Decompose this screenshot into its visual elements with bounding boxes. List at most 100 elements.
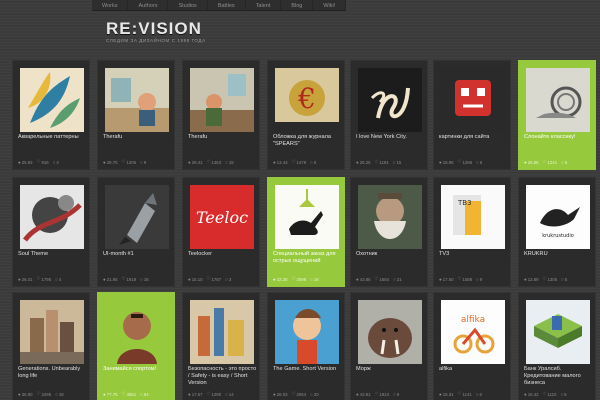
stat-value: 28.03 bbox=[276, 391, 288, 397]
stat-value: 4561 bbox=[126, 391, 137, 397]
work-title[interactable]: Банк Уралсиб. Кредитование малого бизнес… bbox=[524, 366, 594, 387]
stat-value: 20 bbox=[313, 391, 319, 397]
watercolor-leaves-icon[interactable] bbox=[20, 68, 84, 132]
work-card[interactable]: картинки для сайта ● 18.95 ♡ 1296 ○ 6 bbox=[433, 60, 511, 170]
nav-wiki[interactable]: Wiki! bbox=[313, 0, 347, 10]
work-card[interactable]: Акварельные паттерны ● 25.83 ♡ 916 ○ 4 bbox=[12, 60, 90, 170]
work-card[interactable]: Безопасность - это просто / Safety - is … bbox=[182, 292, 260, 400]
stat-value: 4 bbox=[58, 276, 62, 282]
work-title[interactable]: Teelocker bbox=[188, 251, 258, 258]
work-title[interactable]: The Game. Short Version bbox=[273, 366, 343, 373]
rocket-icon[interactable] bbox=[105, 185, 169, 249]
comments-icon: ○ bbox=[393, 391, 396, 397]
stat-value: 15 bbox=[228, 159, 234, 165]
work-title[interactable]: Охотник bbox=[356, 251, 426, 258]
work-title[interactable]: Soul Theme bbox=[18, 251, 88, 258]
work-title[interactable]: Слонайте классику! bbox=[524, 134, 594, 141]
work-title[interactable]: Generations. Unbearably long life bbox=[18, 366, 88, 380]
stat-value: 21 bbox=[396, 276, 402, 282]
work-title[interactable]: I love New York City. bbox=[356, 134, 426, 141]
work-card[interactable]: alfika alfika ● 18.31 ♡ 1141 ○ 6 bbox=[433, 292, 511, 400]
site-logo[interactable]: RE:VISION bbox=[106, 20, 206, 37]
old-man-icon[interactable] bbox=[358, 185, 422, 249]
work-title[interactable]: Обложка для журнала "SPEARS" bbox=[273, 134, 343, 148]
work-card[interactable]: Teeloc Teelocker ● 15.10 ♡ 1787 ○ 3 bbox=[182, 177, 260, 287]
work-title[interactable]: TV3 bbox=[439, 251, 509, 258]
bird-logo-icon[interactable]: krukrustudio bbox=[526, 185, 590, 249]
nav-talent[interactable]: Talent bbox=[246, 0, 282, 10]
work-title[interactable]: Акварельные паттерны bbox=[18, 134, 88, 141]
work-card[interactable]: UI-month #1 ● 21.95 ♡ 1918 ○ 16 bbox=[97, 177, 175, 287]
city-illustration-icon[interactable] bbox=[190, 300, 254, 364]
work-card[interactable]: The Game. Short Version ● 28.03 ♡ 2064 ○ 20 bbox=[267, 292, 345, 400]
work-card[interactable]: Банк Уралсиб. Кредитование малого бизнес… bbox=[518, 292, 596, 400]
stat-comments: ○ 5 bbox=[561, 276, 567, 282]
snail-icon[interactable] bbox=[526, 68, 590, 132]
stat-value: 1463 bbox=[211, 159, 222, 165]
work-card[interactable]: TB3 TV3 ● 17.50 ♡ 1588 ○ 9 bbox=[433, 177, 511, 287]
work-card[interactable]: Специальный заказ для острых ощущений ● 32… bbox=[267, 177, 345, 287]
work-title[interactable]: Therafu bbox=[103, 134, 173, 141]
abstract-art-icon[interactable] bbox=[20, 185, 84, 249]
stat-value: 6 bbox=[479, 391, 482, 397]
work-title[interactable]: Морж bbox=[356, 366, 426, 373]
work-title[interactable]: Специальный заказ для острых ощущений bbox=[273, 251, 343, 265]
work-title[interactable]: Therafu bbox=[188, 134, 258, 141]
calligraphy-icon[interactable] bbox=[358, 68, 422, 132]
work-stats: ● 43.81 ♡ 1924 ○ 9 bbox=[356, 391, 399, 397]
stat-value: 1684 bbox=[379, 276, 390, 282]
stat-value: 1588 bbox=[462, 276, 473, 282]
stat-comments: ○ 16 bbox=[140, 276, 149, 282]
nav-battles[interactable]: Battles bbox=[208, 0, 246, 10]
nav-authors[interactable]: Authors bbox=[128, 0, 169, 10]
comments-icon: ○ bbox=[561, 159, 564, 165]
work-title[interactable]: картинки для сайта bbox=[439, 134, 509, 141]
work-title[interactable]: Безопасность - это просто / Safety - is … bbox=[188, 366, 258, 387]
brand[interactable]: RE:VISION СЛЕДИМ ЗА ДИЗАЙНОМ С 1998 ГОДА bbox=[106, 20, 206, 43]
comments-icon: ○ bbox=[310, 391, 313, 397]
work-card[interactable]: € Обложка для журнала "SPEARS" ● 13.43 ♡ 1479… bbox=[267, 60, 345, 170]
city-illustration-icon[interactable] bbox=[20, 300, 84, 364]
work-card[interactable]: Therafu ● 28.70 ♡ 1205 ○ 9 bbox=[97, 60, 175, 170]
stat-value: 1924 bbox=[379, 391, 390, 397]
work-card[interactable]: Generations. Unbearably long life ● 36.90 ♡… bbox=[12, 292, 90, 400]
work-card[interactable]: Therafu ● 29.41 ♡ 1463 ○ 15 bbox=[182, 60, 260, 170]
logotype-icon[interactable]: Teeloc bbox=[190, 185, 254, 249]
stat-comments: ○ 9 bbox=[476, 276, 482, 282]
isometric-city-icon[interactable] bbox=[526, 300, 590, 364]
work-card[interactable]: Занимайся спортом! ● 77.75 ♡ 4561 ○ 84 bbox=[97, 292, 175, 400]
likes-icon: ♡ bbox=[542, 159, 547, 164]
euro-cover-icon[interactable]: € bbox=[275, 68, 339, 132]
character-icon[interactable] bbox=[105, 300, 169, 364]
work-card[interactable]: Soul Theme ● 26.41 ♡ 1795 ○ 4 bbox=[12, 177, 90, 287]
work-title[interactable]: UI-month #1 bbox=[103, 251, 173, 258]
stat-value: 36.90 bbox=[21, 391, 33, 397]
likes-icon: ♡ bbox=[36, 159, 41, 164]
nav-works[interactable]: Works bbox=[92, 0, 129, 10]
work-title[interactable]: alfika bbox=[439, 366, 509, 373]
work-card[interactable]: krukrustudio KRUKRU ● 13.89 ♡ 1305 ○ 5 bbox=[518, 177, 596, 287]
work-card[interactable]: Охотник ● 43.86 ♡ 1684 ○ 21 bbox=[350, 177, 428, 287]
work-card[interactable]: Слонайте классику! ● 26.96 ♡ 1241 ○ 6 bbox=[518, 60, 596, 170]
tv3-logo-icon[interactable]: TB3 bbox=[441, 185, 505, 249]
illustration-room-icon[interactable] bbox=[190, 68, 254, 132]
work-card[interactable]: Морж ● 43.81 ♡ 1924 ○ 9 bbox=[350, 292, 428, 400]
likes-icon: ♡ bbox=[291, 391, 296, 396]
cartoon-boy-icon[interactable] bbox=[275, 300, 339, 364]
views-icon: ● bbox=[18, 159, 21, 165]
work-title[interactable]: Занимайся спортом! bbox=[103, 366, 173, 373]
work-card[interactable]: I love New York City. ● 25.25 ♡ 1181 ○ 15 bbox=[350, 60, 428, 170]
nav-studios[interactable]: Studios bbox=[168, 0, 208, 10]
views-icon: ● bbox=[18, 276, 21, 282]
scooter-icon[interactable]: alfika bbox=[441, 300, 505, 364]
work-title[interactable]: KRUKRU bbox=[524, 251, 594, 258]
work-stats: ● 43.86 ♡ 1684 ○ 21 bbox=[356, 276, 402, 282]
robot-face-icon[interactable] bbox=[441, 68, 505, 132]
work-stats: ● 13.43 ♡ 1479 ○ 0 bbox=[273, 159, 316, 165]
rabbit-icon[interactable] bbox=[275, 185, 339, 249]
stat-value: 2098 bbox=[296, 276, 307, 282]
illustration-room-icon[interactable] bbox=[105, 68, 169, 132]
nav-blog[interactable]: Blog bbox=[281, 0, 314, 10]
work-stats: ● 17.57 ♡ 1290 ○ 14 bbox=[188, 391, 234, 397]
walrus-icon[interactable] bbox=[358, 300, 422, 364]
